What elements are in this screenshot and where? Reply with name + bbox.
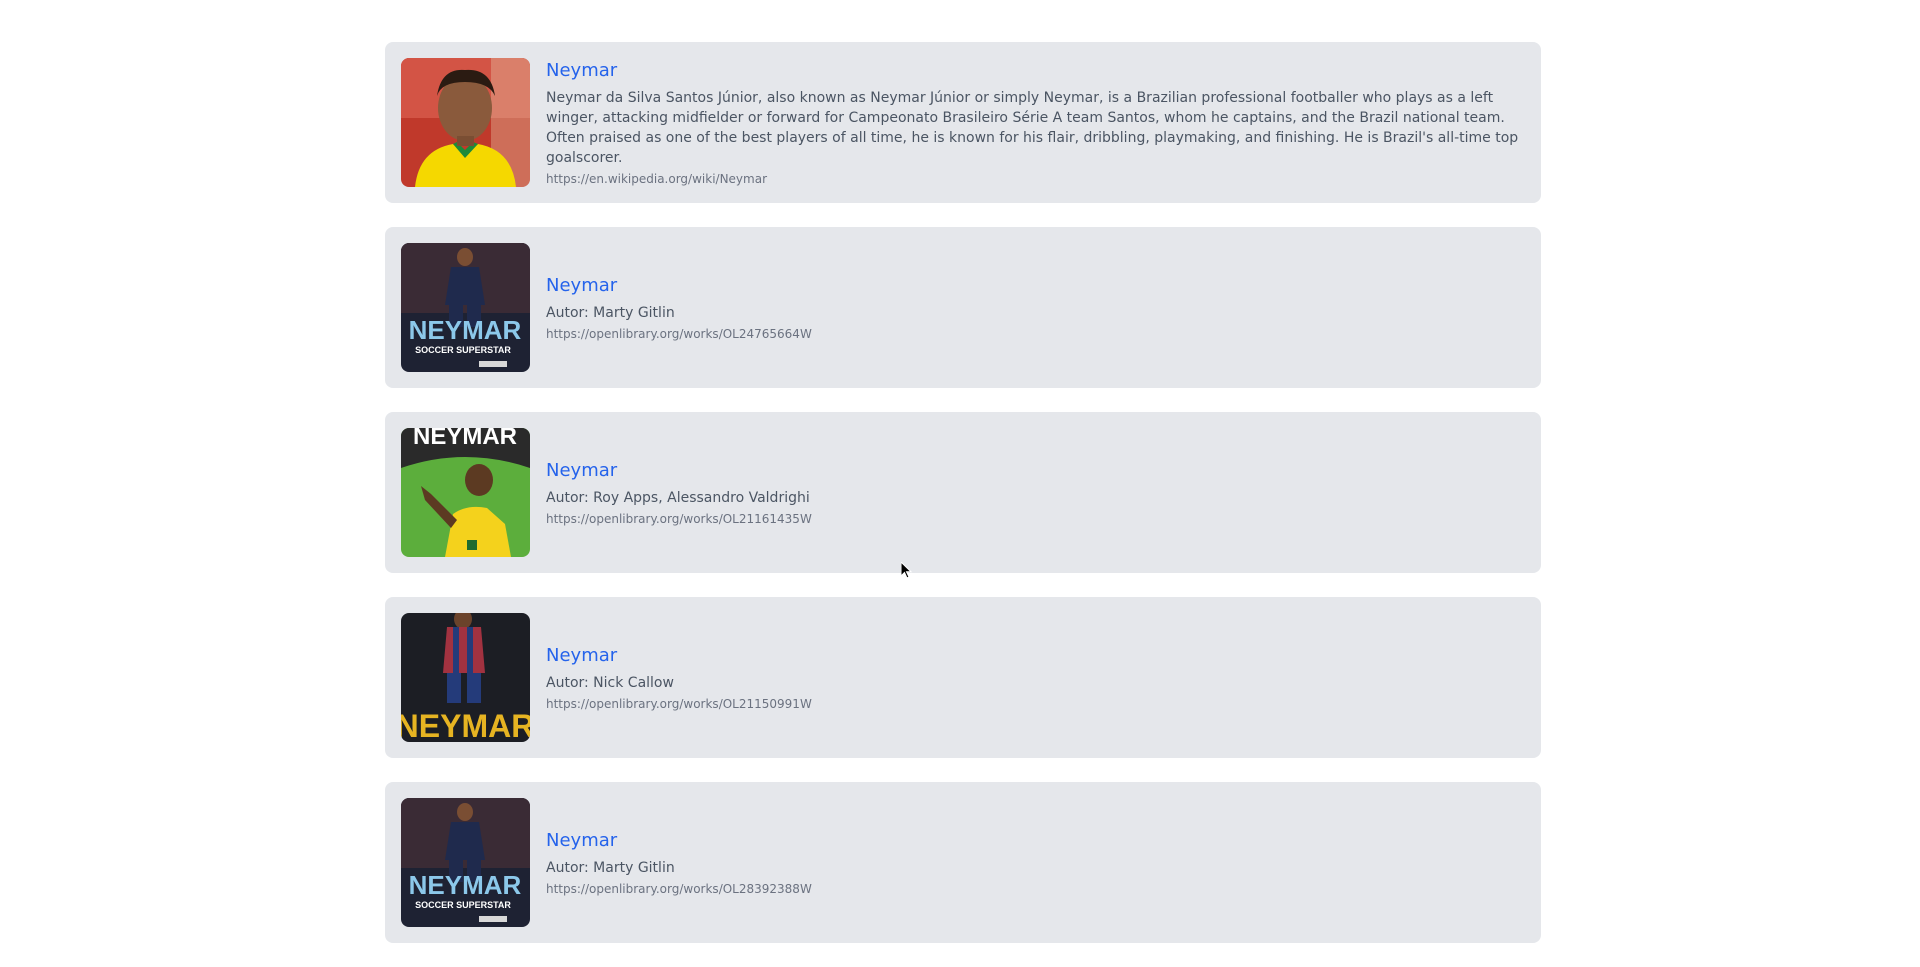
result-url-link[interactable]: https://openlibrary.org/works/OL21150991… [546,695,812,713]
result-url-link[interactable]: https://en.wikipedia.org/wiki/Neymar [546,170,1525,188]
result-thumbnail[interactable]: NEYMAR SOCCER SUPERSTAR [401,798,530,927]
result-title-link[interactable]: Neymar [546,828,812,854]
book-cover-subtitle: SOCCER SUPERSTAR [415,345,511,355]
result-card: NEYMAR SOCCER SUPERSTAR Neymar Autor: Ma… [385,227,1541,388]
result-info: Neymar Autor: Marty Gitlin https://openl… [546,273,812,343]
player-portrait-image [401,58,530,187]
result-card: NEYMAR Neymar Autor: Roy Apps, Alessandr… [385,412,1541,573]
result-info: Neymar Neymar da Silva Santos Júnior, al… [546,58,1525,188]
result-thumbnail[interactable]: NEYMAR [401,613,530,742]
mouse-cursor-icon [901,562,913,579]
book-cover-title: NEYMAR [409,870,522,900]
result-title-link[interactable]: Neymar [546,58,1525,84]
result-thumbnail[interactable] [401,58,530,187]
book-cover-image: NEYMAR [401,428,530,557]
result-info: Neymar Autor: Nick Callow https://openli… [546,643,812,713]
result-card: NEYMAR SOCCER SUPERSTAR Neymar Autor: Ma… [385,782,1541,943]
result-card: Neymar Neymar da Silva Santos Júnior, al… [385,42,1541,203]
result-info: Neymar Autor: Marty Gitlin https://openl… [546,828,812,898]
book-cover-title: NEYMAR [413,428,517,450]
result-thumbnail[interactable]: NEYMAR SOCCER SUPERSTAR [401,243,530,372]
results-list: Neymar Neymar da Silva Santos Júnior, al… [385,42,1541,967]
result-url-link[interactable]: https://openlibrary.org/works/OL21161435… [546,510,812,528]
result-url-link[interactable]: https://openlibrary.org/works/OL24765664… [546,325,812,343]
result-info: Neymar Autor: Roy Apps, Alessandro Valdr… [546,458,812,528]
result-url-link[interactable]: https://openlibrary.org/works/OL28392388… [546,880,812,898]
result-description: Neymar da Silva Santos Júnior, also know… [546,89,1519,166]
result-description: Autor: Marty Gitlin [546,859,675,876]
book-cover-title: NEYMAR [401,708,530,742]
result-title-link[interactable]: Neymar [546,273,812,299]
result-card: NEYMAR Neymar Autor: Nick Callow https:/… [385,597,1541,758]
result-title-link[interactable]: Neymar [546,458,812,484]
book-cover-image: NEYMAR SOCCER SUPERSTAR [401,243,530,372]
result-thumbnail[interactable]: NEYMAR [401,428,530,557]
result-description: Autor: Roy Apps, Alessandro Valdrighi [546,489,810,506]
result-title-link[interactable]: Neymar [546,643,812,669]
result-description: Autor: Marty Gitlin [546,304,675,321]
result-description: Autor: Nick Callow [546,674,674,691]
book-cover-title: NEYMAR [409,315,522,345]
book-cover-image: NEYMAR [401,613,530,742]
book-cover-image: NEYMAR SOCCER SUPERSTAR [401,798,530,927]
book-cover-subtitle: SOCCER SUPERSTAR [415,900,511,910]
